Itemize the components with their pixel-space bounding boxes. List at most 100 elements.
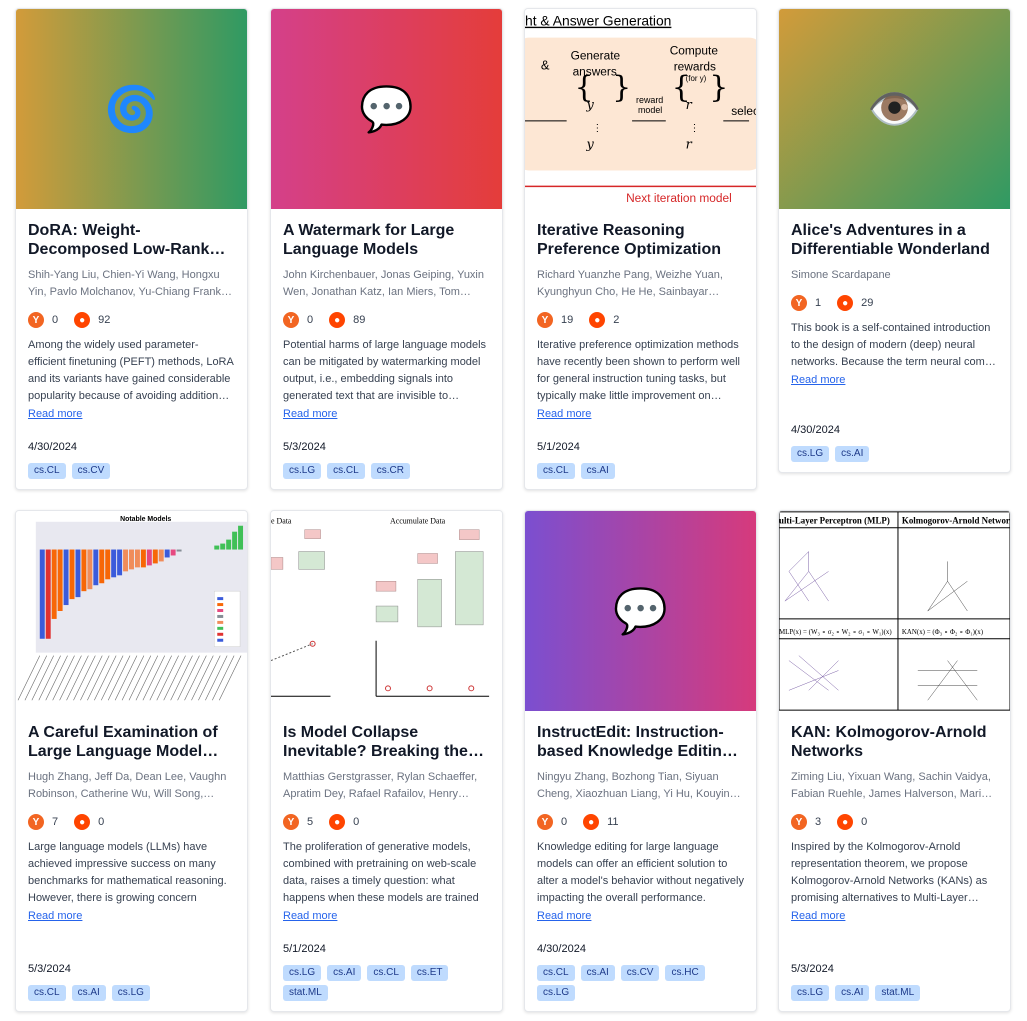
bar (51, 549, 57, 619)
category-tag[interactable]: cs.AI (580, 965, 615, 981)
paper-authors: Simone Scardapane (791, 269, 891, 281)
paper-authors: Hugh Zhang, Jeff Da, Dean Lee, Vaughn Ro… (28, 771, 227, 800)
category-tag[interactable]: cs.LG (111, 985, 150, 1001)
category-tag[interactable]: cs.LG (791, 985, 830, 1001)
figure-thumbnail: Notable Models (16, 511, 247, 711)
figure-next-label: Next iteration model (626, 191, 732, 205)
stats-row: Y 0 ● 92 (28, 311, 235, 329)
paper-card[interactable]: Notable Models A Careful Examination of … (15, 510, 248, 1012)
read-more-link[interactable]: Read more (28, 908, 235, 925)
category-tag[interactable]: cs.CV (71, 463, 111, 479)
read-more-link[interactable]: Read more (537, 908, 744, 925)
paper-title[interactable]: KAN: Kolmogorov-Arnold Networks (791, 723, 998, 761)
category-tag[interactable]: cs.CR (370, 463, 410, 479)
bar (152, 549, 158, 564)
reddit-icon: ● (329, 312, 346, 328)
model-box (271, 557, 284, 570)
paper-grid: 🌀 DoRA: Weight-Decomposed Low-Rank Adapt… (0, 0, 1027, 1021)
category-tag[interactable]: cs.CV (620, 965, 660, 981)
reddit-count: 0 (98, 816, 105, 828)
model-box (459, 529, 480, 540)
figure-reward-label: reward (636, 95, 663, 105)
ycombinator-icon: Y (791, 295, 807, 311)
read-more-link[interactable]: Read more (791, 908, 998, 925)
paper-title[interactable]: Alice's Adventures in a Differentiable W… (791, 221, 998, 259)
ycombinator-icon: Y (537, 814, 553, 830)
paper-title[interactable]: InstructEdit: Instruction-based Knowledg… (537, 723, 744, 761)
read-more-link[interactable]: Read more (283, 406, 490, 423)
bar (134, 549, 140, 568)
category-tag[interactable]: cs.LG (791, 446, 830, 462)
category-tag[interactable]: stat.ML (283, 985, 328, 1001)
paper-authors: Ningyu Zhang, Bozhong Tian, Siyuan Cheng… (537, 771, 736, 800)
category-tag[interactable]: cs.AI (71, 985, 106, 1001)
stats-row: Y 5 ● 0 (283, 813, 490, 831)
category-tag[interactable]: cs.CL (537, 463, 575, 479)
paper-card[interactable]: 👁️ Alice's Adventures in a Differentiabl… (778, 8, 1011, 473)
paper-abstract: Large language models (LLMs) have achiev… (28, 841, 227, 904)
paper-title[interactable]: A Careful Examination of Large Language … (28, 723, 235, 761)
read-more-link[interactable]: Read more (791, 372, 998, 389)
x-tick-label (212, 655, 235, 701)
category-tag[interactable]: cs.HC (665, 965, 705, 981)
paper-date: 4/30/2024 (537, 943, 586, 955)
x-tick-labels (17, 655, 242, 701)
paper-title[interactable]: DoRA: Weight-Decomposed Low-Rank Adaptat… (28, 221, 235, 259)
figure-brace-right: } (612, 70, 631, 105)
ycombinator-count: 3 (815, 816, 822, 828)
read-more-link[interactable]: Read more (28, 406, 235, 423)
paper-title[interactable]: A Watermark for Large Language Models (283, 221, 490, 259)
category-tag[interactable]: cs.CL (327, 463, 365, 479)
bar (232, 531, 238, 550)
paper-card[interactable]: ulti-Layer Perceptron (MLP) Kolmogorov-A… (778, 510, 1011, 1012)
pipeline-figure: ht & Answer Generation & Generate answer… (525, 13, 756, 205)
category-tag[interactable]: cs.CL (537, 965, 575, 981)
category-tag[interactable]: cs.AI (327, 965, 362, 981)
tag-list: cs.CL cs.AI cs.CV cs.HC cs.LG (537, 965, 744, 1001)
figure-brace-4: } (709, 70, 728, 105)
data-box (375, 605, 399, 623)
x-tick-label (218, 655, 242, 701)
paper-card[interactable]: 💬 InstructEdit: Instruction-based Knowle… (524, 510, 757, 1012)
category-tag[interactable]: cs.LG (283, 463, 322, 479)
bar (214, 545, 220, 550)
category-tag[interactable]: cs.LG (537, 985, 576, 1001)
read-more-link[interactable]: Read more (283, 908, 490, 925)
reddit-icon: ● (589, 312, 606, 328)
figure-select: selec (731, 104, 756, 118)
paper-abstract: The proliferation of generative models, … (283, 841, 479, 904)
paper-title[interactable]: Iterative Reasoning Preference Optimizat… (537, 221, 744, 259)
tag-list: cs.CL cs.CV (28, 463, 235, 479)
category-tag[interactable]: stat.ML (875, 985, 921, 1001)
category-tag[interactable]: cs.AI (835, 446, 870, 462)
bar (75, 549, 81, 598)
paper-card[interactable]: 💬 A Watermark for Large Language Models … (270, 8, 503, 490)
bar (140, 549, 146, 568)
category-tag[interactable]: cs.LG (283, 965, 322, 981)
ycombinator-count: 0 (561, 816, 568, 828)
read-more-link[interactable]: Read more (537, 406, 744, 423)
category-tag[interactable]: cs.AI (835, 985, 870, 1001)
bar (146, 549, 152, 566)
legend-swatch (217, 638, 224, 642)
x-tick-label (17, 655, 41, 701)
reddit-count: 11 (607, 816, 619, 828)
category-tag[interactable]: cs.ET (410, 965, 449, 981)
bar (176, 549, 182, 552)
ycombinator-icon: Y (537, 312, 553, 328)
category-tag[interactable]: cs.CL (28, 463, 66, 479)
category-tag[interactable]: cs.CL (28, 985, 66, 1001)
model-box (304, 529, 321, 539)
paper-card[interactable]: e Data Accumulate Data Is Model Collapse… (270, 510, 503, 1012)
paper-card[interactable]: ht & Answer Generation & Generate answer… (524, 8, 757, 490)
paper-card[interactable]: 🌀 DoRA: Weight-Decomposed Low-Rank Adapt… (15, 8, 248, 490)
x-tick-label (205, 655, 228, 701)
figure-amp: & (541, 57, 550, 72)
speech-bubble-icon: 💬 (613, 586, 668, 637)
category-tag[interactable]: cs.CL (367, 965, 405, 981)
figure-thumbnail: e Data Accumulate Data (271, 511, 502, 711)
bar (57, 549, 63, 611)
category-tag[interactable]: cs.AI (580, 463, 615, 479)
x-tick-label (191, 655, 214, 701)
paper-title[interactable]: Is Model Collapse Inevitable? Breaking t… (283, 723, 490, 761)
